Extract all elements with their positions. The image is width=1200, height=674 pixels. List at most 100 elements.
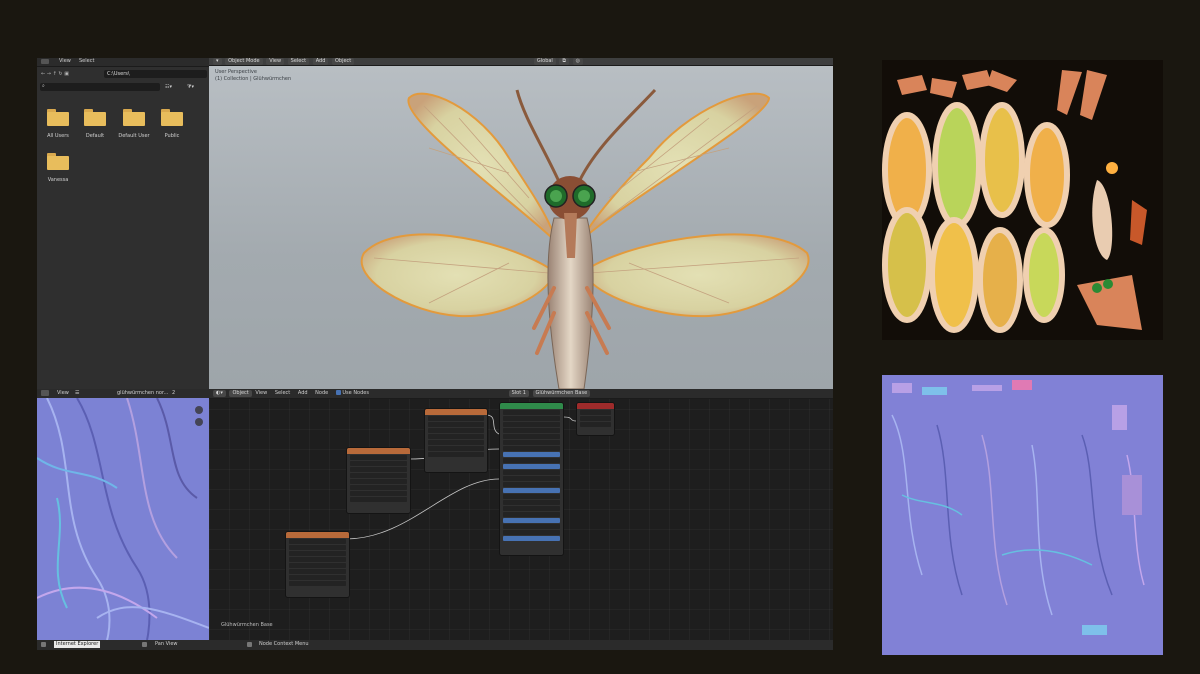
node-row[interactable] (503, 416, 560, 421)
node-row[interactable] (289, 539, 346, 544)
node-row[interactable] (289, 557, 346, 562)
principled-bsdf-node[interactable] (499, 402, 564, 556)
node-row[interactable] (503, 524, 560, 529)
folder-label[interactable]: Vanessa (38, 177, 78, 183)
node-row[interactable] (428, 422, 484, 427)
folder-icon[interactable] (47, 153, 69, 170)
node-row[interactable] (503, 476, 560, 481)
node-row[interactable] (428, 428, 484, 433)
image-texture-node[interactable] (346, 447, 411, 514)
node-row[interactable] (289, 569, 346, 574)
image-texture-node[interactable] (424, 408, 488, 473)
material-output-node[interactable] (576, 402, 615, 436)
node-row[interactable] (289, 563, 346, 568)
node-header[interactable] (286, 532, 349, 538)
node-row[interactable] (503, 470, 560, 475)
node-image-field[interactable] (289, 545, 346, 550)
refresh-icon[interactable]: ↻ (58, 71, 62, 77)
node-row[interactable] (503, 500, 560, 505)
menu-icon[interactable]: ☰ (75, 390, 79, 397)
node-row[interactable] (503, 506, 560, 511)
3d-viewport[interactable]: ▾ Object Mode View Select Add Object Glo… (209, 58, 833, 389)
left-antenna[interactable] (515, 89, 563, 187)
node-row[interactable] (350, 491, 407, 496)
lower-right-wing[interactable] (588, 233, 810, 318)
node-row[interactable] (503, 434, 560, 439)
node-row[interactable] (503, 512, 560, 517)
folder-icon[interactable] (84, 109, 106, 126)
image-editor-view-menu[interactable]: View (57, 390, 69, 397)
node-row[interactable] (428, 434, 484, 439)
node-row[interactable] (289, 581, 346, 586)
node-row[interactable] (580, 410, 611, 415)
file-browser-header: View Select (37, 58, 209, 67)
normal-map-closeup[interactable] (37, 398, 209, 640)
folder-icon[interactable] (47, 109, 69, 126)
slot-number[interactable]: 2 (172, 390, 175, 397)
node-row[interactable] (350, 497, 407, 502)
node-slider[interactable] (503, 536, 560, 541)
back-icon[interactable]: ← (41, 71, 45, 77)
shader-node-editor[interactable]: ◐▾ Object View Select Add Node Use Nodes… (209, 389, 833, 640)
node-row[interactable] (350, 455, 407, 460)
search-input[interactable]: ⌕ (40, 83, 160, 91)
path-field[interactable]: C:\Users\ (104, 70, 207, 78)
pan-icon[interactable] (195, 418, 203, 426)
node-row[interactable] (503, 410, 560, 415)
node-row[interactable] (503, 422, 560, 427)
node-row[interactable] (580, 422, 611, 427)
node-image-field[interactable] (428, 416, 484, 421)
node-row[interactable] (428, 440, 484, 445)
display-mode-icon[interactable]: ☷▾ (165, 84, 172, 91)
folder-label[interactable]: Default User (114, 133, 154, 139)
node-row[interactable] (350, 485, 407, 490)
editor-type-icon[interactable] (41, 390, 49, 396)
node-row[interactable] (503, 530, 560, 535)
mouse-icon (41, 642, 46, 647)
zoom-icon[interactable] (195, 406, 203, 414)
image-texture-node[interactable] (285, 531, 350, 598)
node-header[interactable] (500, 403, 563, 409)
forward-icon[interactable]: → (47, 71, 51, 77)
image-editor-panel: View ☰ glühwürmchen nor... 2 (37, 389, 209, 640)
node-image-field[interactable] (350, 461, 407, 466)
node-row[interactable] (503, 494, 560, 499)
node-row[interactable] (503, 440, 560, 445)
image-name-field[interactable]: glühwürmchen nor... (117, 390, 168, 397)
node-slider[interactable] (503, 464, 560, 469)
node-slider[interactable] (503, 452, 560, 457)
folder-label[interactable]: Default (75, 133, 115, 139)
node-row[interactable] (503, 428, 560, 433)
node-row[interactable] (350, 473, 407, 478)
lower-left-wing[interactable] (360, 233, 553, 318)
node-header[interactable] (425, 409, 487, 415)
node-row[interactable] (428, 452, 484, 457)
node-header[interactable] (347, 448, 410, 454)
node-row[interactable] (289, 575, 346, 580)
node-row[interactable] (503, 458, 560, 463)
node-row[interactable] (428, 446, 484, 451)
node-row[interactable] (503, 446, 560, 451)
folder-label[interactable]: All Users (38, 133, 78, 139)
filter-icon[interactable]: ⧩▾ (187, 84, 194, 91)
left-eye-highlight (550, 190, 562, 202)
node-row[interactable] (350, 467, 407, 472)
new-folder-icon[interactable]: ▣ (64, 71, 69, 77)
firefly-model[interactable] (209, 58, 833, 389)
node-slider[interactable] (503, 518, 560, 523)
node-row[interactable] (289, 551, 346, 556)
parent-icon[interactable]: ↑ (53, 71, 57, 77)
node-row[interactable] (503, 482, 560, 487)
status-bar: Internet Explorer Pan View Node Context … (37, 640, 833, 650)
node-header[interactable] (577, 403, 614, 409)
menu-view[interactable]: View (59, 58, 71, 65)
menu-select[interactable]: Select (79, 58, 94, 65)
folder-label[interactable]: Public (152, 133, 192, 139)
folder-icon[interactable] (123, 109, 145, 126)
status-node-context: Node Context Menu (259, 641, 309, 647)
node-row[interactable] (350, 479, 407, 484)
node-row[interactable] (580, 416, 611, 421)
folder-icon[interactable] (161, 109, 183, 126)
node-slider[interactable] (503, 488, 560, 493)
editor-type-icon[interactable] (41, 59, 49, 64)
